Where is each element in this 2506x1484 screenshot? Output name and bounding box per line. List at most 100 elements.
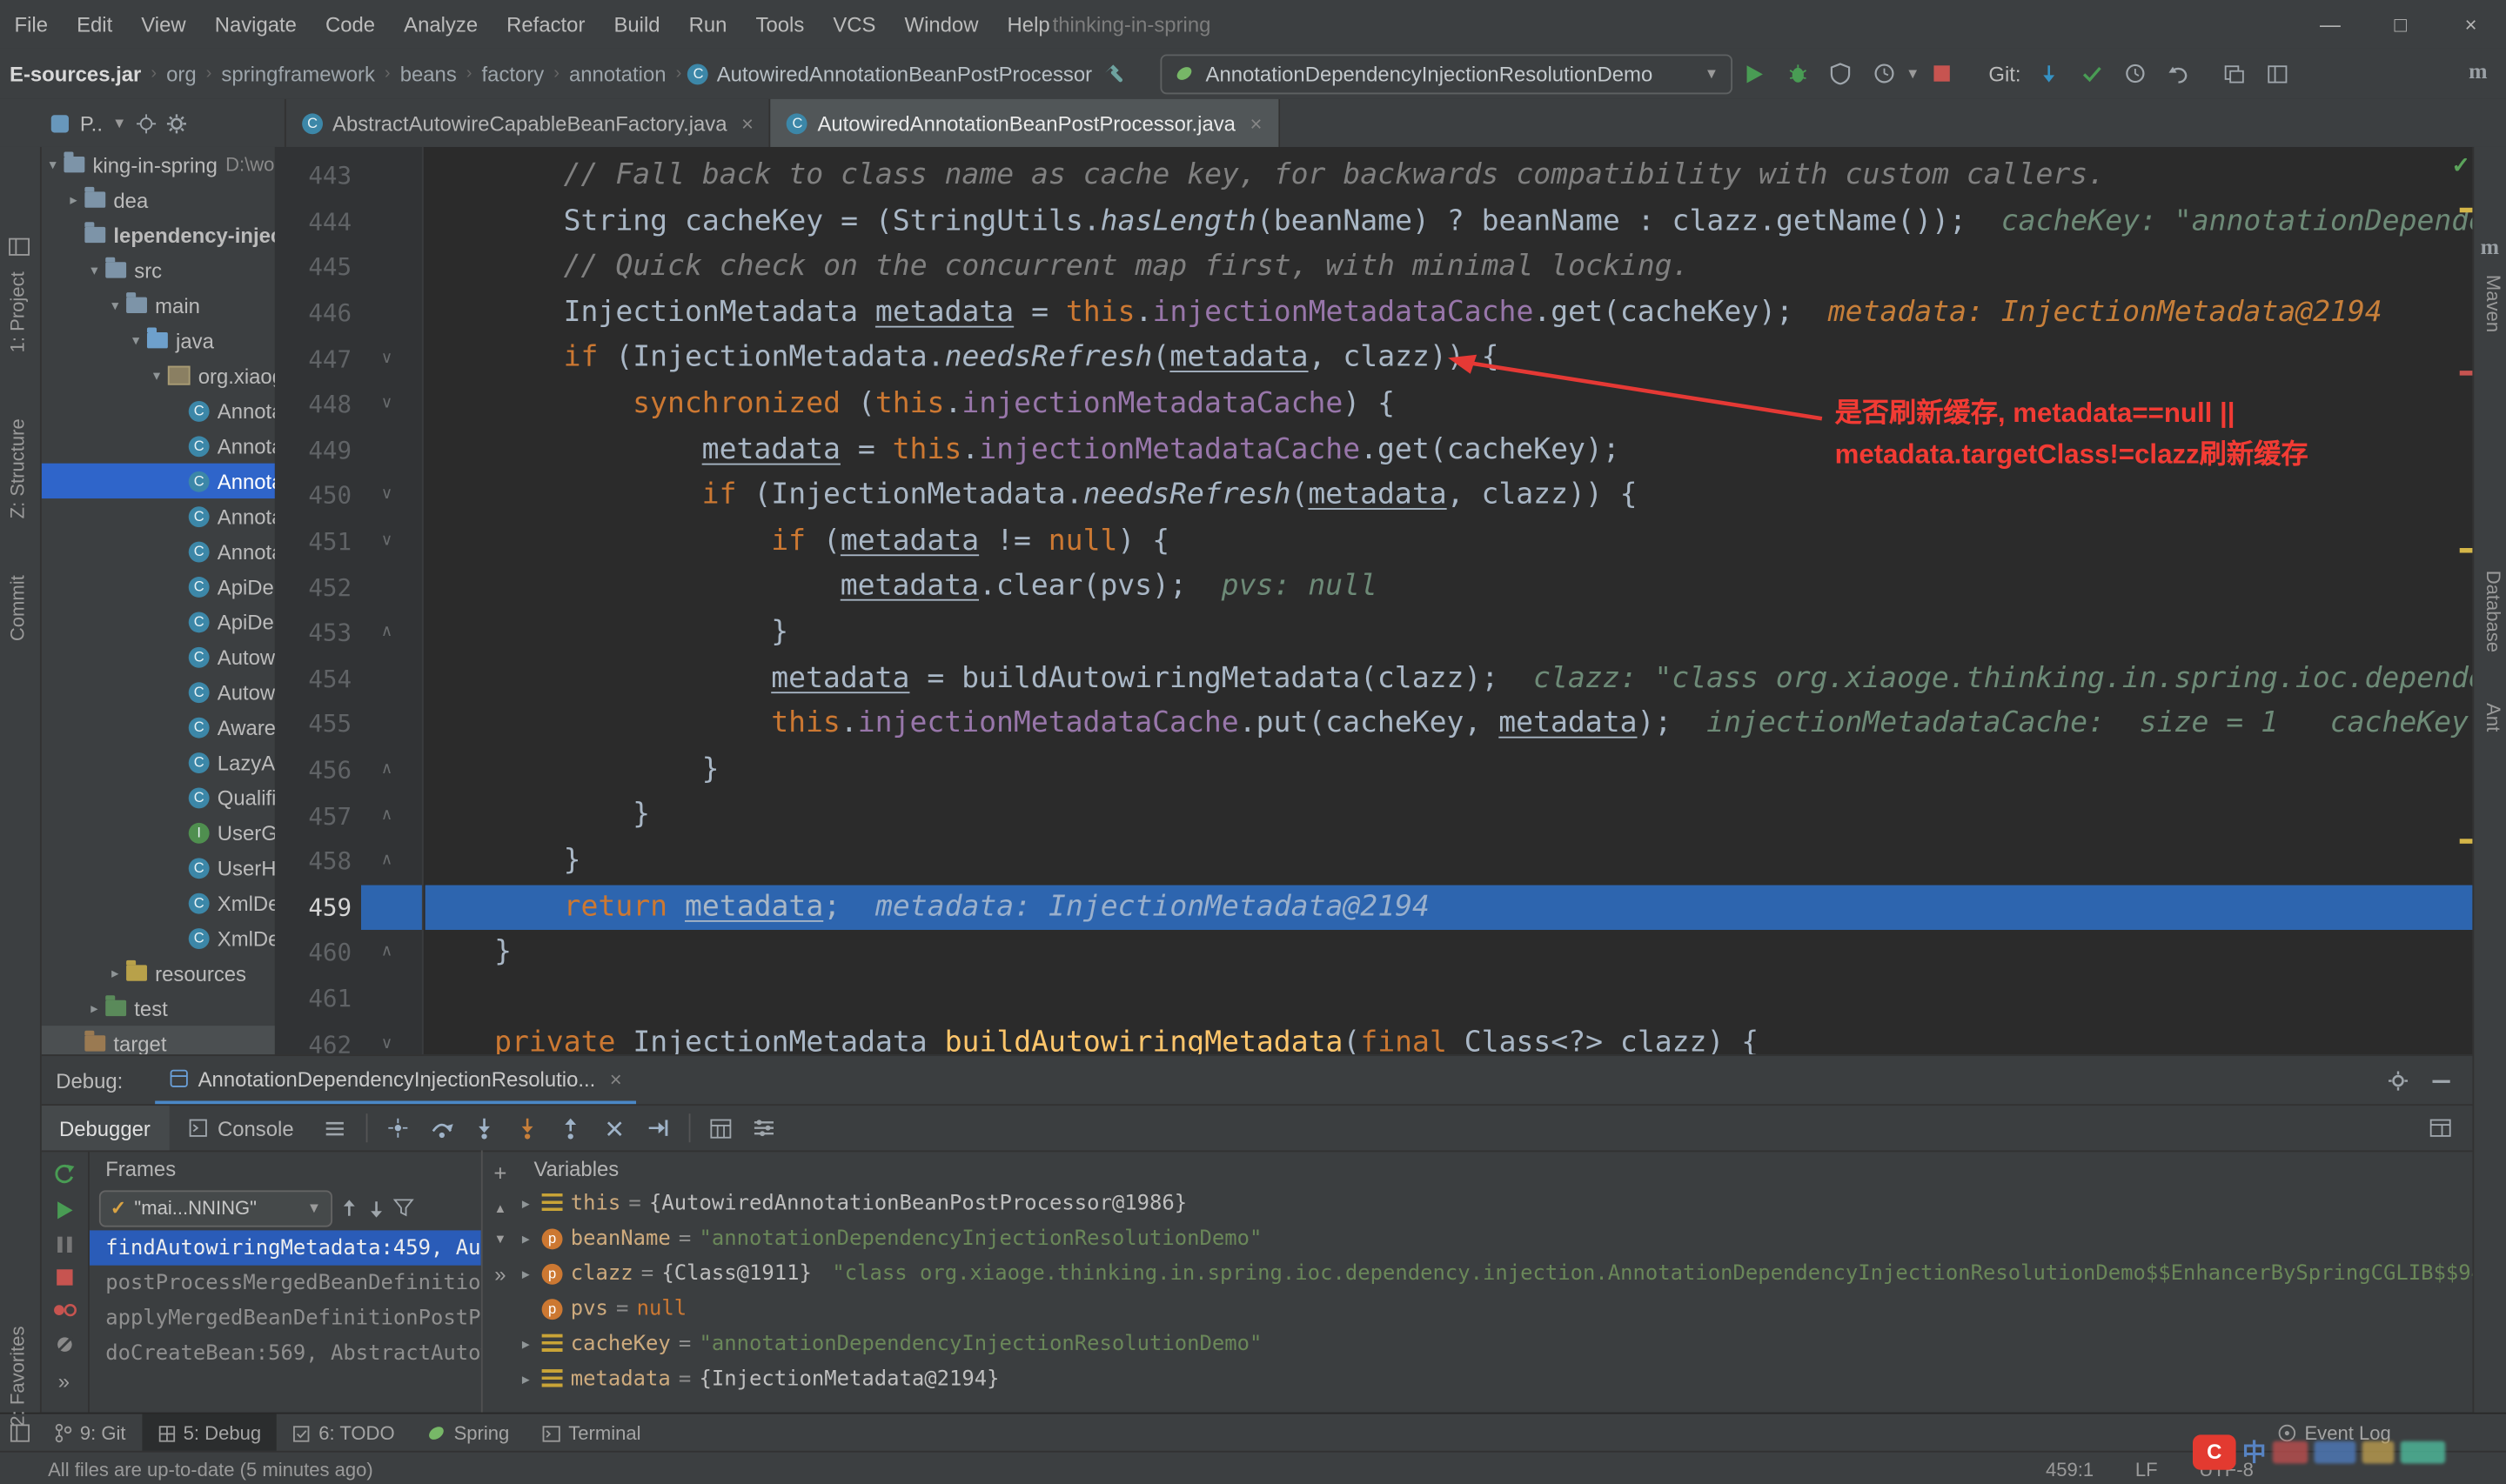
stripe-item-commit[interactable]: Commit — [6, 575, 29, 641]
caret-position[interactable]: 459:1 — [2046, 1458, 2094, 1481]
gutter-line[interactable]: 460 ∧ — [275, 930, 422, 976]
gutter-line[interactable]: 459 — [274, 884, 422, 931]
gutter-line[interactable]: 461 — [275, 976, 422, 1022]
gutter-line[interactable]: 452 — [275, 565, 422, 611]
code-line[interactable]: private InjectionMetadata buildAutowirin… — [425, 1021, 2475, 1055]
gutter-line[interactable]: 451 ∨ — [275, 518, 422, 565]
frame-down-icon[interactable] — [366, 1198, 387, 1219]
editor-gutter[interactable]: 443 444 445 446 447 ∨ 448 ∨ 449 450 ∨ 451 ∨ 452 453 ∧ 45… — [274, 146, 424, 1055]
tree-item-dea[interactable]: ▸ dea — [40, 182, 275, 217]
variable-row[interactable]: ▶ cacheKey = "annotationDependencyInjection… — [518, 1326, 2474, 1360]
run-button[interactable] — [1733, 54, 1777, 94]
variable-row[interactable]: ▶ p beanName = "annotationDependencyInjectio… — [518, 1220, 2474, 1255]
inspection-ok-icon[interactable]: ✓ — [2452, 151, 2471, 178]
gear-icon[interactable] — [2388, 1070, 2409, 1091]
gutter-line[interactable]: 449 — [275, 427, 422, 473]
evaluate-expression-icon[interactable] — [700, 1108, 743, 1148]
close-tab-icon[interactable]: × — [1250, 111, 1262, 136]
more-icon[interactable]: » — [494, 1262, 506, 1287]
gutter-line[interactable]: 462 ∨ — [275, 1021, 422, 1054]
scrollbar-mark[interactable] — [2459, 839, 2473, 844]
frame-item[interactable]: doCreateBean:569, AbstractAutowir — [90, 1336, 481, 1371]
stripe-item-database[interactable]: Database — [2482, 571, 2504, 652]
tree-item-annotati[interactable]: CAnnotati — [40, 498, 275, 533]
frame-item[interactable]: findAutowiringMetadata:459, Autow — [89, 1230, 481, 1266]
line-separator[interactable]: LF — [2135, 1458, 2158, 1481]
stop-icon[interactable] — [55, 1268, 72, 1286]
code-line[interactable]: if (InjectionMetadata.needsRefresh(metad… — [425, 473, 2475, 519]
drop-frame-icon[interactable] — [593, 1108, 636, 1148]
stripe-toggle-icon[interactable] — [9, 1424, 30, 1443]
menu-build[interactable]: Build — [600, 0, 674, 48]
more-actions-icon[interactable]: » — [58, 1369, 70, 1394]
tree-item-qualifier[interactable]: CQualifier — [40, 779, 275, 814]
tree-item-lazyanno[interactable]: CLazyAnno — [40, 745, 275, 779]
run-configuration-select[interactable]: AnnotationDependencyInjectionResolutionD… — [1161, 53, 1733, 94]
code-line[interactable] — [425, 976, 2475, 1022]
code-line[interactable]: // Fall back to class name as cache key,… — [425, 153, 2475, 199]
code-line[interactable]: String cacheKey = (StringUtils.hasLength… — [425, 199, 2475, 245]
editor-tab[interactable]: C AbstractAutowireCapableBeanFactory.java… — [286, 98, 772, 147]
tree-item-main[interactable]: ▾ main — [40, 288, 275, 323]
hide-panel-icon[interactable] — [2431, 1070, 2452, 1091]
code-line[interactable]: } — [425, 747, 2475, 793]
tree-item-xmldepe[interactable]: CXmlDepe — [40, 886, 275, 920]
code-line[interactable]: if (metadata != null) { — [425, 518, 2475, 565]
force-step-into-icon[interactable] — [506, 1108, 550, 1148]
code-line[interactable]: return metadata; metadata: InjectionMeta… — [425, 884, 2475, 931]
breadcrumb-item[interactable]: factory — [479, 62, 547, 86]
scrollbar-mark[interactable] — [2459, 547, 2473, 553]
tree-item-usergrou[interactable]: IUserGrou — [40, 815, 275, 850]
maven-stripe-icon[interactable]: m — [2481, 237, 2499, 262]
code-line[interactable]: } — [425, 793, 2475, 839]
rerun-icon[interactable] — [53, 1163, 76, 1186]
gutter-line[interactable]: 456 ∧ — [275, 747, 422, 793]
code-line[interactable]: } — [425, 930, 2475, 976]
menu-refactor[interactable]: Refactor — [492, 0, 600, 48]
tree-item-annotati[interactable]: CAnnotati — [39, 463, 275, 499]
profiler-button[interactable] — [1862, 54, 1906, 94]
tree-item-annotati[interactable]: CAnnotati — [40, 533, 275, 568]
toolbar-tab-spring[interactable]: Spring — [411, 1414, 526, 1453]
tab-console[interactable]: Console — [170, 1106, 313, 1150]
tree-item-java[interactable]: ▾ java — [40, 323, 275, 358]
menu-navigate[interactable]: Navigate — [200, 0, 311, 48]
gutter-line[interactable]: 454 — [275, 656, 422, 702]
breadcrumb-class[interactable]: C AutowiredAnnotationBeanPostProcessor — [687, 62, 1092, 85]
mute-breakpoints-icon[interactable] — [54, 1334, 75, 1355]
build-hammer-icon[interactable] — [1092, 54, 1136, 94]
stripe-item-project[interactable]: 1: Project — [6, 271, 29, 352]
menu-window[interactable]: Window — [890, 0, 993, 48]
editor-tab[interactable]: C AutowiredAnnotationBeanPostProcessor.ja… — [771, 98, 1280, 147]
code-line[interactable]: InjectionMetadata metadata = this.inject… — [425, 291, 2475, 337]
tree-item-target[interactable]: target — [39, 1026, 275, 1055]
debug-button[interactable] — [1776, 54, 1819, 94]
thread-selector[interactable]: ✓ "mai...NNING" ▼ — [98, 1189, 333, 1227]
code-line[interactable]: } — [425, 839, 2475, 885]
toolbar-tab-todo[interactable]: 6: TODO — [277, 1414, 411, 1453]
project-header-label[interactable]: P.. — [80, 111, 103, 136]
stripe-item-maven[interactable]: Maven — [2482, 275, 2504, 332]
code-line[interactable]: metadata = buildAutowiringMetadata(clazz… — [425, 656, 2474, 702]
locate-file-icon[interactable] — [136, 112, 157, 133]
scroll-up-icon[interactable]: ▲ — [494, 1201, 507, 1216]
tree-item-apidepe[interactable]: CApiDepe — [40, 569, 275, 604]
gutter-line[interactable]: 458 ∧ — [275, 839, 422, 885]
breadcrumb-item[interactable]: beans — [397, 62, 459, 86]
variable-row[interactable]: ▶ p clazz = {Class@1911} "class org.xiaoge.t… — [518, 1256, 2474, 1291]
gutter-line[interactable]: 444 — [275, 199, 422, 245]
variable-row[interactable]: p pvs = null — [518, 1291, 2474, 1326]
tree-item-lependency-injection[interactable]: lependency-injection — [40, 217, 275, 252]
scroll-down-icon[interactable]: ▼ — [494, 1232, 507, 1247]
gutter-line[interactable]: 457 ∧ — [275, 793, 422, 839]
rollback-icon[interactable] — [2157, 54, 2201, 94]
stripe-item-zstructure[interactable]: Z: Structure — [6, 418, 29, 518]
run-to-cursor-icon[interactable] — [636, 1108, 680, 1148]
pause-icon[interactable] — [55, 1235, 72, 1254]
history-icon[interactable] — [2114, 54, 2157, 94]
frame-item[interactable]: applyMergedBeanDefinitionPostPr — [90, 1300, 481, 1335]
close-button[interactable]: × — [2436, 0, 2506, 48]
gutter-line[interactable]: 448 ∨ — [275, 382, 422, 428]
step-over-icon[interactable] — [420, 1108, 464, 1148]
step-into-icon[interactable] — [463, 1108, 506, 1148]
